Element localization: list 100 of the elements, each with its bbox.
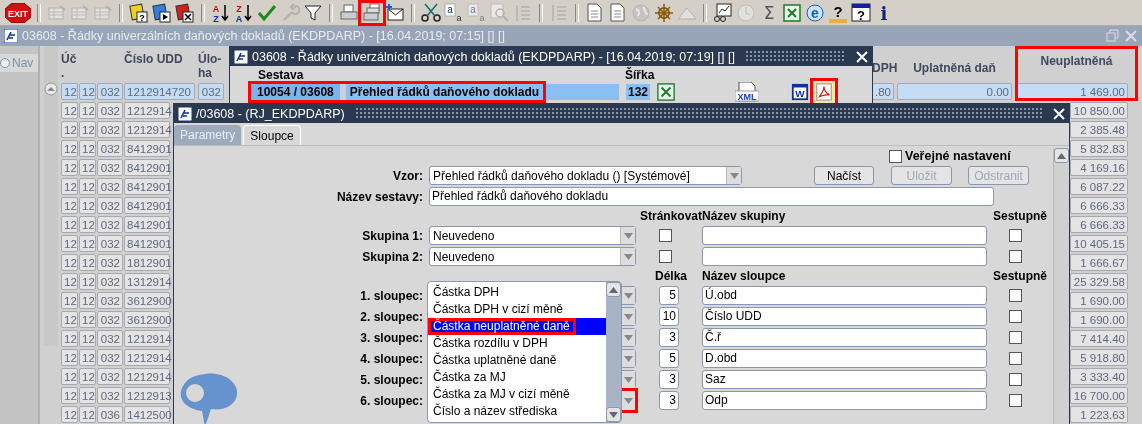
checkbox[interactable]: [659, 250, 672, 263]
table-cell: 12: [79, 197, 96, 214]
query-cancel-icon[interactable]: [175, 2, 195, 23]
table-cell: 032: [97, 121, 123, 138]
scissors-icon[interactable]: [421, 2, 441, 23]
table-cell: 12: [61, 387, 78, 404]
table-cell: 032: [97, 197, 123, 214]
help-window-icon[interactable]: ?: [851, 2, 871, 23]
browser-icon[interactable]: e: [805, 2, 825, 23]
field-label: Vzor:: [392, 168, 424, 183]
caret-icon: [623, 334, 633, 341]
input-field[interactable]: 5: [659, 286, 679, 305]
input-field[interactable]: 3: [659, 328, 679, 347]
input-field[interactable]: 3: [659, 391, 679, 410]
group-select[interactable]: Neuvedeno: [429, 226, 636, 245]
input-field[interactable]: Přehled řádků daňového dokladu: [429, 187, 994, 206]
caret-icon: [623, 397, 633, 404]
scroll-up-icon[interactable]: [609, 286, 618, 293]
input-field[interactable]: Saz: [702, 370, 987, 389]
checkmark-icon[interactable]: [257, 2, 277, 23]
table-cell: 036: [97, 406, 123, 423]
checkbox[interactable]: [1009, 352, 1022, 365]
caret-icon: [729, 172, 739, 179]
option-label: Částka DPH v cizí měně: [433, 301, 564, 318]
table-cell: 032: [97, 216, 123, 233]
table-cell: 16 700.00: [1070, 387, 1128, 404]
table-cell: 6 087.22: [1070, 178, 1128, 195]
spreadsheet-icon[interactable]: [657, 83, 676, 101]
field-label: Název sestavy:: [335, 189, 424, 204]
caret-icon: [623, 292, 633, 299]
document-icon[interactable]: [608, 2, 628, 23]
field-label: Skupina 2:: [361, 249, 424, 264]
tab[interactable]: Sloupce: [243, 125, 301, 145]
action-button[interactable]: Načíst: [814, 166, 874, 185]
spreadsheet-icon[interactable]: [782, 2, 802, 23]
exit-icon[interactable]: EXIT: [5, 2, 31, 23]
scroll-up-icon[interactable]: [1057, 152, 1066, 159]
input-field[interactable]: 10: [659, 307, 679, 326]
printer-icon[interactable]: [339, 2, 359, 23]
dialog-title: /03608 - (RJ_EKDPDARP): [196, 106, 345, 121]
list-option[interactable]: Částka DPH: [428, 284, 606, 301]
list-option[interactable]: Částka DPH v cizí měně: [428, 301, 606, 318]
list-option[interactable]: Částka rozdílu v DPH: [428, 335, 606, 352]
filter-icon[interactable]: [303, 2, 323, 23]
list-option[interactable]: Číslo a název střediska: [428, 403, 606, 420]
checkbox[interactable]: [1009, 373, 1022, 386]
scrollbar[interactable]: [44, 46, 58, 346]
word-icon[interactable]: W: [791, 83, 810, 101]
table-cell: 12: [79, 159, 96, 176]
table-cell: 12: [61, 254, 78, 271]
checkbox[interactable]: [1009, 289, 1022, 302]
field-label: Skupina 1:: [361, 228, 424, 243]
input-field[interactable]: Č.ř: [702, 328, 987, 347]
checkbox[interactable]: [889, 149, 902, 163]
column-header: Sestava: [258, 68, 305, 82]
scroll-up-icon[interactable]: [44, 82, 58, 96]
table-cell: 1 690.00: [1070, 292, 1128, 309]
checkbox[interactable]: [1009, 229, 1022, 242]
template-select[interactable]: Přehled řádků daňového dokladu () [Systémové]: [429, 166, 742, 185]
chart-icon[interactable]: [713, 2, 733, 23]
table-cell: 8412901: [124, 197, 170, 214]
table-cell: 6 666.33: [1070, 197, 1128, 214]
input-field[interactable]: [702, 247, 987, 266]
input-field[interactable]: Ú.obd: [702, 286, 987, 305]
checkbox-label: Veřejné nastavení: [905, 149, 1011, 163]
checkbox[interactable]: [1009, 310, 1022, 323]
highlight-frame: Částka neuplatněné daně: [428, 318, 576, 335]
input-field[interactable]: [702, 226, 987, 245]
info-icon[interactable]: i: [874, 2, 894, 23]
input-field[interactable]: 5: [659, 349, 679, 368]
query-run-icon[interactable]: [152, 2, 172, 23]
table-cell: 12: [61, 178, 78, 195]
input-field[interactable]: Číslo UDD: [702, 307, 987, 326]
list-option[interactable]: Částka uplatněné daně: [428, 352, 606, 369]
dropdown-list[interactable]: Částka DPH Částka DPH v cizí měně Částka neuplatněné daně Částka rozdílu v DPH Částka uplatněné daně Částka za MJ Částka za MJ v cizí měně Číslo a název střediska: [427, 281, 622, 423]
report-width: 132: [626, 84, 651, 100]
pdf-icon[interactable]: [810, 78, 839, 106]
list-option[interactable]: Částka za MJ v cizí měně: [428, 386, 606, 403]
field-label: 5. sloupec:: [359, 372, 424, 387]
table-cell: 12: [61, 140, 78, 157]
scrollbar[interactable]: [1053, 148, 1069, 424]
list-option[interactable]: Částka za MJ: [428, 369, 606, 386]
checkbox[interactable]: [659, 229, 672, 242]
document-import-icon[interactable]: [585, 2, 605, 23]
group-select[interactable]: Neuvedeno: [429, 247, 636, 266]
input-field[interactable]: D.obd: [702, 349, 987, 368]
table-cell: 4 169.16: [1070, 159, 1128, 176]
caret-icon: [623, 376, 633, 383]
input-field[interactable]: 3: [659, 370, 679, 389]
checkbox[interactable]: [1009, 394, 1022, 407]
table-cell: 12: [61, 102, 78, 119]
ship-wheel-icon[interactable]: [654, 2, 674, 23]
checkbox[interactable]: [1009, 331, 1022, 344]
table-cell: 12: [61, 197, 78, 214]
checkbox[interactable]: [1009, 250, 1022, 263]
column-header: Sestupně: [993, 269, 1047, 283]
input-field[interactable]: Odp: [702, 391, 987, 410]
envelope-icon[interactable]: [385, 2, 405, 23]
table-cell: 12: [79, 121, 96, 138]
list-option[interactable]: Částka neuplatněné daně: [428, 318, 606, 335]
